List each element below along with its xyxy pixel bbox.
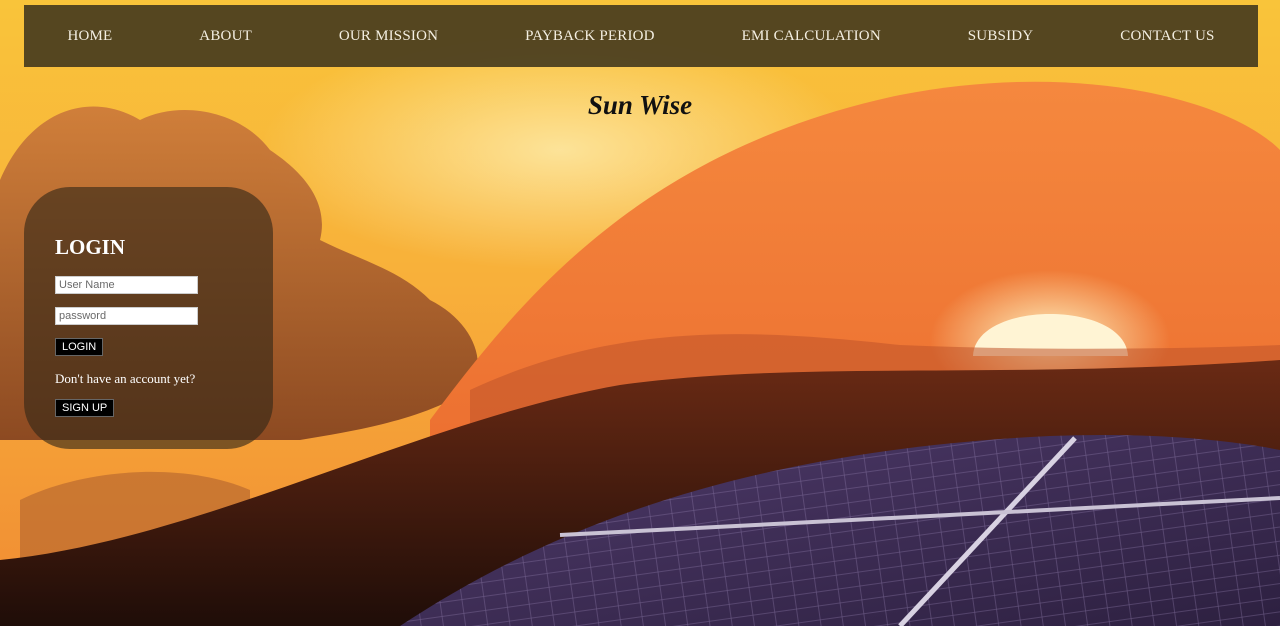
login-panel: LOGIN LOGIN Don't have an account yet? S… — [24, 187, 273, 449]
username-input[interactable] — [55, 276, 198, 294]
nav-contact-us-link[interactable]: CONTACT US — [1120, 28, 1214, 45]
site-title: Sun Wise — [587, 90, 693, 120]
password-input[interactable] — [55, 307, 198, 325]
nav-about-link[interactable]: ABOUT — [199, 28, 252, 45]
nav-emi-calculation-link[interactable]: EMI CALCULATION — [742, 28, 881, 45]
nav-our-mission-link[interactable]: OUR MISSION — [339, 28, 438, 45]
nav-home-link[interactable]: HOME — [67, 28, 112, 45]
nav-subsidy-link[interactable]: SUBSIDY — [968, 28, 1034, 45]
nav-payback-period-link[interactable]: PAYBACK PERIOD — [525, 28, 655, 45]
main-navbar: HOME ABOUT OUR MISSION PAYBACK PERIOD EM… — [24, 5, 1258, 67]
login-heading: LOGIN — [55, 235, 126, 259]
no-account-text: Don't have an account yet? — [55, 371, 196, 386]
login-button[interactable]: LOGIN — [55, 338, 104, 356]
signup-button[interactable]: SIGN UP — [55, 399, 115, 417]
